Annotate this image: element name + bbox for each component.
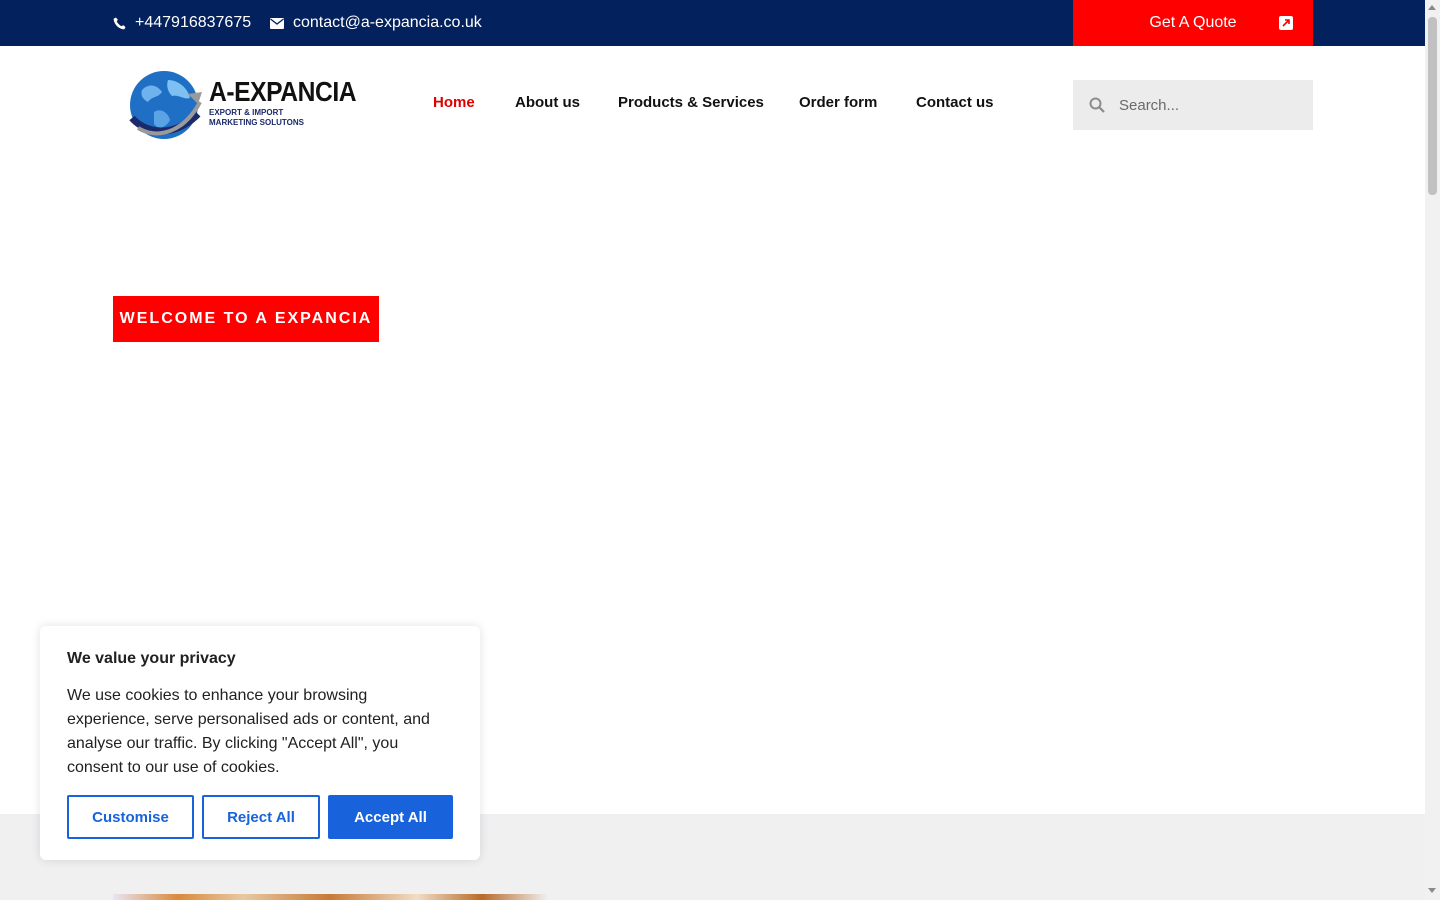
globe-logo-icon (129, 71, 202, 139)
get-a-quote-label: Get A Quote (1149, 14, 1237, 31)
search-input[interactable] (1119, 80, 1305, 130)
get-a-quote-button[interactable]: Get A Quote (1073, 0, 1313, 46)
nav-products-services[interactable]: Products & Services (618, 94, 764, 116)
nav-home[interactable]: Home (433, 94, 475, 116)
cookie-title: We value your privacy (67, 650, 236, 667)
phone-number[interactable]: +447916837675 (135, 14, 251, 32)
cookie-consent-dialog: We value your privacy We use cookies to … (40, 626, 480, 860)
phone-icon (113, 16, 126, 29)
nav-contact-us[interactable]: Contact us (916, 94, 994, 116)
page-scrollbar[interactable] (1425, 0, 1440, 900)
section-image (113, 894, 547, 900)
scroll-down-arrow-icon[interactable] (1428, 888, 1436, 893)
envelope-icon (270, 17, 284, 29)
site-logo[interactable]: A-EXPANCIA EXPORT & IMPORT MARKETING SOL… (128, 68, 357, 142)
welcome-badge: WELCOME TO A EXPANCIA (113, 296, 379, 342)
email-address[interactable]: contact@a-expancia.co.uk (293, 14, 482, 32)
reject-all-button[interactable]: Reject All (202, 795, 320, 839)
accept-all-button[interactable]: Accept All (328, 795, 453, 839)
logo-tagline-1: EXPORT & IMPORT (209, 108, 284, 117)
email-contact[interactable]: contact@a-expancia.co.uk (270, 0, 482, 46)
logo-name: A-EXPANCIA (209, 76, 357, 107)
scroll-up-arrow-icon[interactable] (1428, 5, 1436, 10)
nav-order-form[interactable]: Order form (799, 94, 877, 116)
cookie-description: We use cookies to enhance your browsing … (67, 687, 430, 776)
search-box (1073, 80, 1313, 130)
scrollbar-thumb[interactable] (1428, 17, 1437, 195)
search-icon[interactable] (1089, 97, 1105, 113)
phone-contact[interactable]: +447916837675 (113, 0, 251, 46)
top-bar: +447916837675 contact@a-expancia.co.uk G… (0, 0, 1425, 46)
logo-text: A-EXPANCIA EXPORT & IMPORT MARKETING SOL… (209, 76, 376, 128)
external-link-icon (1279, 16, 1293, 30)
customise-button[interactable]: Customise (67, 795, 194, 839)
nav-about-us[interactable]: About us (515, 94, 580, 116)
logo-tagline-2: MARKETING SOLUTONS (209, 118, 304, 127)
